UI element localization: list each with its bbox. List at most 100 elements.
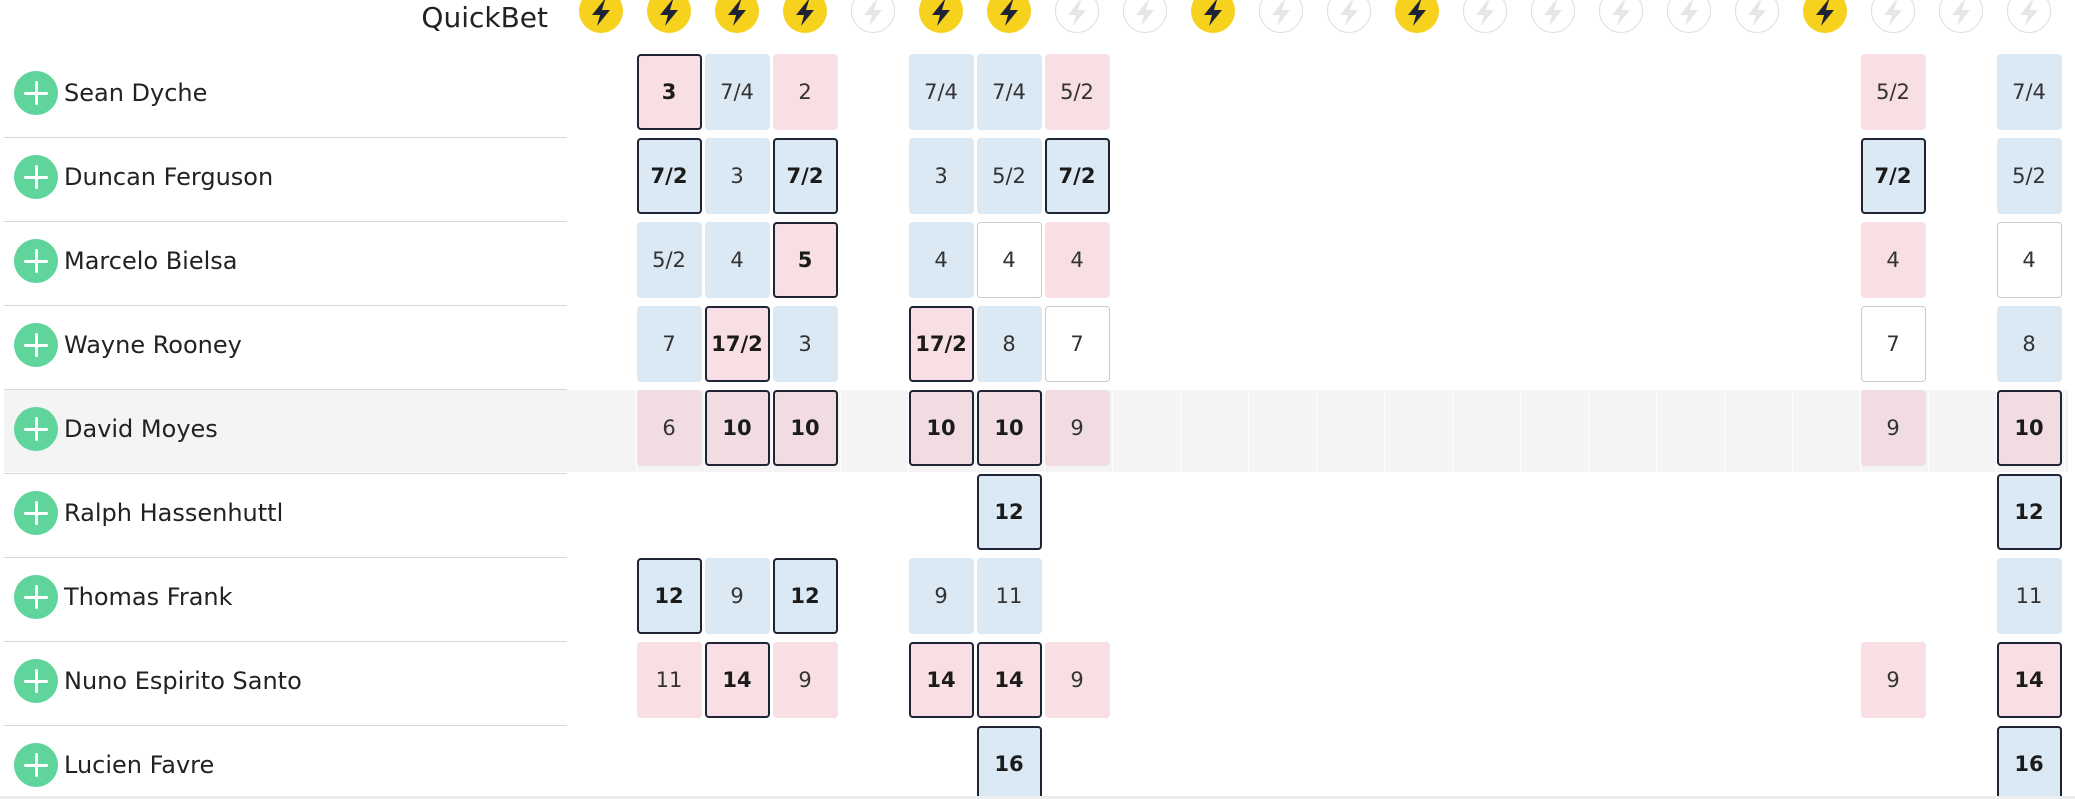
odds-cell[interactable]: 7/4 — [908, 54, 974, 130]
lightning-bolt-icon[interactable] — [919, 0, 963, 35]
lightning-bolt-icon[interactable] — [1803, 0, 1847, 35]
lightning-bolt-icon[interactable] — [1055, 0, 1099, 35]
odds-cell[interactable]: 5/2 — [1044, 54, 1110, 130]
odds-cell[interactable]: 3 — [704, 138, 770, 214]
best-odds-cell[interactable]: 14 — [1996, 642, 2062, 718]
odds-cell[interactable]: 7 — [1044, 306, 1110, 382]
odds-cell[interactable]: 9 — [1044, 390, 1110, 466]
column-divider — [1792, 390, 1793, 472]
lightning-bolt-icon[interactable] — [1395, 0, 1439, 35]
best-odds-cell[interactable]: 10 — [704, 390, 770, 466]
odds-cell[interactable]: 2 — [772, 54, 838, 130]
best-odds-cell[interactable]: 10 — [1996, 390, 2062, 466]
lightning-bolt-icon[interactable] — [715, 0, 759, 35]
best-odds-cell[interactable]: 10 — [772, 390, 838, 466]
odds-cell[interactable]: 9 — [704, 558, 770, 634]
lightning-bolt-icon[interactable] — [783, 0, 827, 35]
odds-cell[interactable]: 4 — [704, 222, 770, 298]
plus-circle-icon[interactable] — [14, 659, 58, 703]
manager-name: Wayne Rooney — [64, 331, 242, 359]
best-odds-cell[interactable]: 7/2 — [636, 138, 702, 214]
manager-name: Lucien Favre — [64, 751, 215, 779]
lightning-bolt-icon[interactable] — [1463, 0, 1507, 35]
column-divider — [1724, 390, 1725, 472]
plus-circle-icon[interactable] — [14, 575, 58, 619]
best-odds-cell[interactable]: 14 — [976, 642, 1042, 718]
odds-cell[interactable]: 5/2 — [636, 222, 702, 298]
best-odds-cell[interactable]: 7/2 — [1044, 138, 1110, 214]
plus-circle-icon[interactable] — [14, 743, 58, 787]
odds-cell[interactable]: 3 — [772, 306, 838, 382]
odds-cell[interactable]: 9 — [1860, 390, 1926, 466]
odds-cell[interactable]: 9 — [908, 558, 974, 634]
odds-cell[interactable]: 7/4 — [704, 54, 770, 130]
odds-cell[interactable]: 11 — [636, 642, 702, 718]
lightning-bolt-icon[interactable] — [1191, 0, 1235, 35]
best-odds-cell[interactable]: 17/2 — [704, 306, 770, 382]
odds-cell[interactable]: 11 — [976, 558, 1042, 634]
table-row: David Moyes 6 10 10 10 10 9 9 10 — [0, 390, 2075, 474]
best-odds-cell[interactable]: 12 — [976, 474, 1042, 550]
best-odds-cell[interactable]: 5 — [772, 222, 838, 298]
odds-cell[interactable]: 4 — [1996, 222, 2062, 298]
best-odds-cell[interactable]: 3 — [636, 54, 702, 130]
lightning-bolt-icon[interactable] — [1123, 0, 1167, 35]
best-odds-cell[interactable]: 12 — [772, 558, 838, 634]
plus-circle-icon[interactable] — [14, 323, 58, 367]
best-odds-cell[interactable]: 16 — [1996, 726, 2062, 799]
lightning-bolt-icon[interactable] — [647, 0, 691, 35]
odds-cell[interactable]: 7 — [1860, 306, 1926, 382]
lightning-bolt-icon[interactable] — [1531, 0, 1575, 35]
odds-cell[interactable]: 8 — [1996, 306, 2062, 382]
odds-cell[interactable]: 6 — [636, 390, 702, 466]
lightning-bolt-icon[interactable] — [2007, 0, 2051, 35]
best-odds-cell[interactable]: 14 — [908, 642, 974, 718]
best-odds-cell[interactable]: 10 — [908, 390, 974, 466]
odds-cell[interactable]: 5/2 — [1860, 54, 1926, 130]
lightning-bolt-icon[interactable] — [851, 0, 895, 35]
plus-circle-icon[interactable] — [14, 407, 58, 451]
lightning-bolt-icon[interactable] — [1599, 0, 1643, 35]
odds-cell[interactable]: 5/2 — [1996, 138, 2062, 214]
lightning-bolt-icon[interactable] — [1735, 0, 1779, 35]
manager-name: Sean Dyche — [64, 79, 208, 107]
lightning-bolt-icon[interactable] — [1871, 0, 1915, 35]
lightning-bolt-icon[interactable] — [1939, 0, 1983, 35]
odds-cell[interactable]: 4 — [1860, 222, 1926, 298]
plus-circle-icon[interactable] — [14, 491, 58, 535]
lightning-bolt-icon[interactable] — [1667, 0, 1711, 35]
best-odds-cell[interactable]: 10 — [976, 390, 1042, 466]
best-odds-cell[interactable]: 16 — [976, 726, 1042, 799]
odds-cell[interactable]: 7/4 — [976, 54, 1042, 130]
table-row: Marcelo Bielsa 5/2 4 5 4 4 4 4 4 — [0, 222, 2075, 306]
odds-cell[interactable]: 9 — [1860, 642, 1926, 718]
odds-cell[interactable]: 9 — [1044, 642, 1110, 718]
best-odds-cell[interactable]: 17/2 — [908, 306, 974, 382]
odds-cell[interactable]: 3 — [908, 138, 974, 214]
best-odds-cell[interactable]: 7/2 — [772, 138, 838, 214]
best-odds-cell[interactable]: 7/2 — [1860, 138, 1926, 214]
plus-circle-icon[interactable] — [14, 155, 58, 199]
odds-cell[interactable]: 7/4 — [1996, 54, 2062, 130]
column-divider — [1656, 390, 1657, 472]
odds-cell[interactable]: 4 — [1044, 222, 1110, 298]
odds-cell[interactable]: 5/2 — [976, 138, 1042, 214]
lightning-bolt-icon[interactable] — [579, 0, 623, 35]
odds-cell[interactable]: 8 — [976, 306, 1042, 382]
plus-circle-icon[interactable] — [14, 71, 58, 115]
odds-cell[interactable]: 4 — [908, 222, 974, 298]
lightning-bolt-icon[interactable] — [1327, 0, 1371, 35]
lightning-bolt-icon[interactable] — [987, 0, 1031, 35]
best-odds-cell[interactable]: 12 — [1996, 474, 2062, 550]
lightning-bolt-icon[interactable] — [1259, 0, 1303, 35]
odds-cell[interactable]: 7 — [636, 306, 702, 382]
quickbet-title: QuickBet — [421, 1, 548, 34]
best-odds-cell[interactable]: 12 — [636, 558, 702, 634]
manager-name: Thomas Frank — [64, 583, 233, 611]
column-divider — [1316, 390, 1317, 472]
odds-cell[interactable]: 9 — [772, 642, 838, 718]
odds-cell[interactable]: 11 — [1996, 558, 2062, 634]
odds-cell[interactable]: 4 — [976, 222, 1042, 298]
best-odds-cell[interactable]: 14 — [704, 642, 770, 718]
plus-circle-icon[interactable] — [14, 239, 58, 283]
